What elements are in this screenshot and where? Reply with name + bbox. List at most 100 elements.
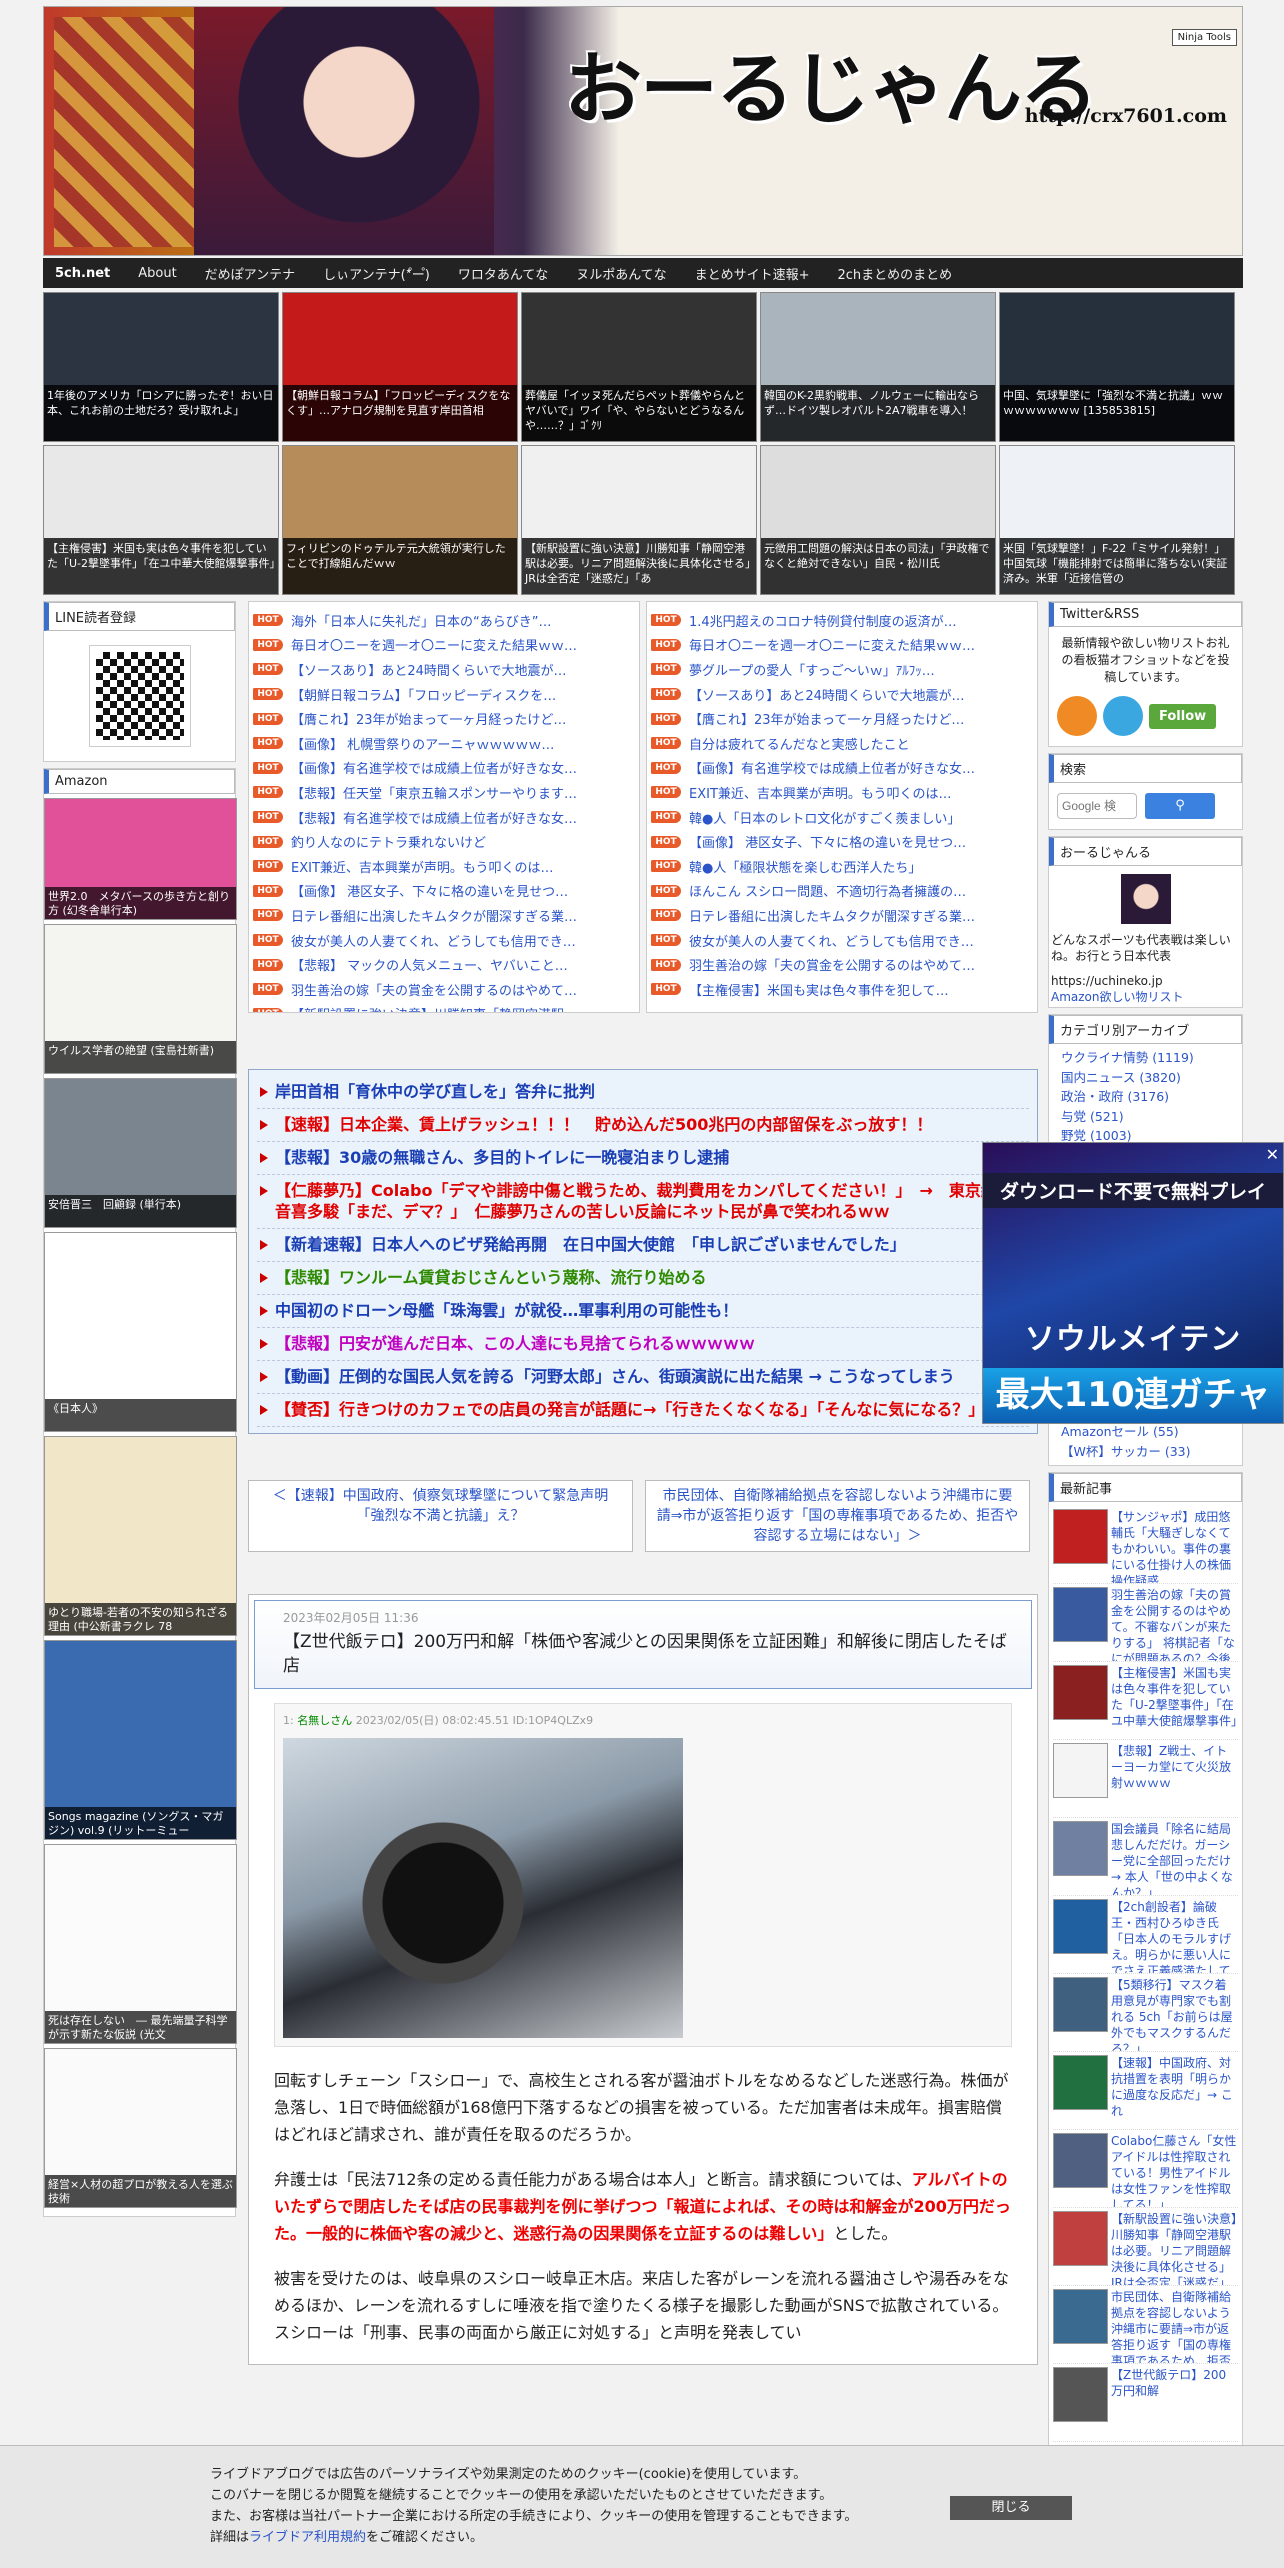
- ranking-item[interactable]: HOT 【画像】 札幌雪祭りのアーニャｗｗｗｗｗ…: [253, 731, 635, 756]
- amazon-item[interactable]: 《日本人》: [44, 1232, 237, 1432]
- category-link[interactable]: Amazonセール (55): [1061, 1422, 1230, 1442]
- recent-article[interactable]: 【主権侵害】米国も実は色々事件を犯していた「U-2撃墜事件」「在ユ中華大使館爆撃…: [1053, 1662, 1238, 1740]
- ranking-item[interactable]: HOT 羽生善治の嫁「夫の賞金を公開するのはやめて…: [651, 952, 1033, 977]
- ranking-item[interactable]: HOT 海外「日本人に失礼だ」日本の“あらびき”…: [253, 608, 635, 633]
- ranking-item[interactable]: HOT 彼女が美人の人妻てくれ、どうしても信用でき…: [253, 928, 635, 953]
- ranking-item[interactable]: HOT EXIT兼近、吉本興業が声明。もう叩くのは…: [651, 780, 1033, 805]
- ranking-item[interactable]: HOT 【画像】 港区女子、下々に格の違いを見せつ…: [253, 879, 635, 904]
- nav-link[interactable]: だめぽアンテナ: [205, 264, 295, 283]
- about-link-wishlist[interactable]: Amazon欲しい物リスト: [1049, 988, 1242, 1007]
- cookie-close-button[interactable]: 閉じる: [950, 2496, 1072, 2520]
- nav-link[interactable]: まとめサイト速報+: [695, 264, 810, 283]
- twitter-bird-icon[interactable]: [1103, 696, 1143, 736]
- recent-article[interactable]: 【悲報】Z戦士、イトーヨーカ堂にて火災放射ｗｗｗｗ: [1053, 1740, 1238, 1818]
- amazon-item[interactable]: 安倍晋三 回顧録 (単行本): [44, 1078, 237, 1228]
- pickup-tile[interactable]: 韓国のK-2黒豹戦車、ノルウェーに輸出ならず…ドイツ製レオパルト2A7戦車を導入…: [760, 292, 996, 442]
- site-title[interactable]: おーるじゃんる: [564, 27, 1098, 139]
- recent-article[interactable]: 国会議員「除名に結局悲しんだだけ。ガーシー党に全部回っただけ → 本人「世の中よ…: [1053, 1818, 1238, 1896]
- ranking-item[interactable]: HOT 【新駅設置に強い決意】川勝知事「静岡空港駅…: [253, 1002, 635, 1012]
- category-link[interactable]: 国内ニュース (3820): [1061, 1068, 1230, 1088]
- pickup-tile[interactable]: 1年後のアメリカ「ロシアに勝ったぞ！おい日本、これお前の土地だろ？受け取れよ」: [43, 292, 279, 442]
- headline-item[interactable]: 【悲報】円安が進んだ日本、この人達にも見捨てられるｗｗｗｗｗ: [257, 1328, 1029, 1361]
- next-article-link[interactable]: 市民団体、自衛隊補給拠点を容認しないよう沖縄市に要請⇒市が返答拒り返す「国の専権…: [645, 1480, 1030, 1552]
- ranking-item[interactable]: HOT 【画像】有名進学校では成績上位者が好きな女…: [253, 756, 635, 781]
- headline-item[interactable]: 【速報】日本企業、賃上げラッシュ！！！ 貯め込んだ500兆円の内部留保をぶっ放す…: [257, 1109, 1029, 1142]
- headline-item[interactable]: 【賛否】行きつけのカフェでの店員の発言が話題に→「行きたくなくなる」「そんなに気…: [257, 1394, 1029, 1427]
- category-link[interactable]: 【W杯】サッカー (33): [1061, 1442, 1230, 1462]
- ranking-item[interactable]: HOT 【悲報】任天堂「東京五輪スポンサーやります…: [253, 780, 635, 805]
- category-link[interactable]: ウクライナ情勢 (1119): [1061, 1048, 1230, 1068]
- amazon-item[interactable]: ウイルス学者の絶望 (宝島社新書): [44, 924, 237, 1074]
- prev-article-link[interactable]: ＜【速報】中国政府、偵察気球撃墜について緊急声明「強烈な不満と抗議」え？: [248, 1480, 633, 1552]
- ranking-item[interactable]: HOT 【朝鮮日報コラム】「フロッピーディスクを…: [253, 682, 635, 707]
- pickup-tile[interactable]: 米国「気球撃墜！」F-22「ミサイル発射！」中国気球「機能排射では簡単に落ちない…: [999, 445, 1235, 595]
- search-input[interactable]: [1057, 793, 1137, 819]
- close-icon[interactable]: ✕: [1266, 1145, 1279, 1164]
- ranking-item[interactable]: HOT 韓●人「極限状態を楽しむ西洋人たち」: [651, 854, 1033, 879]
- nav-link[interactable]: しぃアンテナ(*゚ー゚): [323, 264, 430, 283]
- ninja-tools-badge[interactable]: Ninja Tools: [1171, 29, 1237, 46]
- terms-link[interactable]: ライブドア利用規約: [249, 2530, 366, 2545]
- pickup-tile[interactable]: 元徴用工問題の解決は日本の司法」「尹政権でなくと絶対できない」自民・松川氏: [760, 445, 996, 595]
- pickup-tile[interactable]: 中国、気球撃墜に「強烈な不満と抗議」ｗｗｗｗｗｗｗｗｗ [135853815]: [999, 292, 1235, 442]
- recent-article[interactable]: 【5類移行】マスク着用意見が専門家でも割れる 5ch「お前らは屋外でもマスクする…: [1053, 1974, 1238, 2052]
- headline-item[interactable]: 中国初のドローン母艦「珠海雲」が就役…軍事利用の可能性も！: [257, 1295, 1029, 1328]
- article-title[interactable]: 【Z世代飯テロ】200万円和解「株価や客減少との因果関係を立証困難」和解後に閉店…: [283, 1630, 1017, 1678]
- recent-article[interactable]: 【Z世代飯テロ】200万円和解: [1053, 2364, 1238, 2442]
- headline-item[interactable]: 【仁藤夢乃】Colabo「デマや誹謗中傷と戦うため、裁判費用をカンパしてください…: [257, 1175, 1029, 1229]
- follow-button[interactable]: Follow: [1149, 703, 1217, 729]
- ranking-item[interactable]: HOT 夢グループの愛人「すっご～いｗ」ｱﾙﾌｯ…: [651, 657, 1033, 682]
- recent-article[interactable]: 市民団体、自衛隊補給拠点を容認しないよう沖縄市に要請⇒市が返答拒り返す「国の専権…: [1053, 2286, 1238, 2364]
- about-link-site[interactable]: https://uchineko.jp: [1049, 964, 1242, 988]
- ranking-item[interactable]: HOT 【悲報】 マックの人気メニュー、ヤバいこと…: [253, 952, 635, 977]
- nav-link[interactable]: ヌルポあんてな: [576, 264, 666, 283]
- article-photo-camera[interactable]: [283, 1738, 683, 2038]
- ranking-item[interactable]: HOT EXIT兼近、吉本興業が声明。もう叩くのは…: [253, 854, 635, 879]
- pickup-tile[interactable]: 葬儀屋「イッヌ死んだらペット葬儀やらんとヤバいで」ワイ「や、やらないとどうなるん…: [521, 292, 757, 442]
- ranking-item[interactable]: HOT 日テレ番組に出演したキムタクが闇深すぎる業…: [651, 903, 1033, 928]
- ranking-item[interactable]: HOT 羽生善治の嫁「夫の賞金を公開するのはやめて…: [253, 977, 635, 1002]
- headline-item[interactable]: 【悲報】ワンルーム賃貸おじさんという蔑称、流行り始める: [257, 1262, 1029, 1295]
- category-link[interactable]: 与党 (521): [1061, 1107, 1230, 1127]
- avatar[interactable]: [1120, 874, 1171, 924]
- ranking-item[interactable]: HOT 韓●人「日本のレトロ文化がすごく羨ましい」: [651, 805, 1033, 830]
- ranking-item[interactable]: HOT 彼女が美人の人妻てくれ、どうしても信用でき…: [651, 928, 1033, 953]
- headline-item[interactable]: 【動画】圧倒的な国民人気を誇る「河野太郎」さん、街頭演説に出た結果 → こうなっ…: [257, 1361, 1029, 1394]
- recent-article[interactable]: 【2ch創設者】論破王・西村ひろゆき氏「日本人のモラルすげえ。明らかに悪い人にで…: [1053, 1896, 1238, 1974]
- nav-link[interactable]: ワロタあんてな: [458, 264, 548, 283]
- pickup-tile[interactable]: フィリピンのドゥテルテ元大統領が実行したことで打線組んだｗｗ: [282, 445, 518, 595]
- ranking-item[interactable]: HOT 【ソースあり】あと24時間くらいで大地震が…: [253, 657, 635, 682]
- ranking-item[interactable]: HOT 【膺これ】23年が始まって一ヶ月経ったけど…: [253, 706, 635, 731]
- ranking-item[interactable]: HOT 【ソースあり】あと24時間くらいで大地震が…: [651, 682, 1033, 707]
- ranking-item[interactable]: HOT 【膺これ】23年が始まって一ヶ月経ったけど…: [651, 706, 1033, 731]
- search-button[interactable]: ⚲: [1145, 793, 1215, 819]
- recent-article[interactable]: 【新駅設置に強い決意】川勝知事「静岡空港駅は必要。リニア問題解決後に具体化させる…: [1053, 2208, 1238, 2286]
- site-banner[interactable]: おーるじゃんる http://crx7601.com Ninja Tools: [43, 6, 1243, 256]
- pickup-tile[interactable]: 【主権侵害】米国も実は色々事件を犯していた「U-2撃墜事件」「在ユ中華大使館爆撃…: [43, 445, 279, 595]
- pickup-tile[interactable]: 【新駅設置に強い決意】川勝知事「静岡空港駅は必要。リニア問題解決後に具体化させる…: [521, 445, 757, 595]
- headline-item[interactable]: 【新着速報】日本人へのビザ発給再開 在日中国大使館 「申し訳ございませんでした」: [257, 1229, 1029, 1262]
- recent-article[interactable]: Colabo仁藤さん「女性アイドルは性搾取されている！男性アイドルは女性ファンを…: [1053, 2130, 1238, 2208]
- recent-article[interactable]: 羽生善治の嫁「夫の賞金を公開するのはやめて。不審なバンが来たりする」 将棋記者「…: [1053, 1584, 1238, 1662]
- rss-icon[interactable]: [1057, 696, 1097, 736]
- category-link[interactable]: 政治・政府 (3176): [1061, 1087, 1230, 1107]
- ranking-item[interactable]: HOT 釣り人なのにテトラ乗れないけど: [253, 829, 635, 854]
- amazon-item[interactable]: ゆとり職場-若者の不安の知られざる理由 (中公新書ラクレ 78: [44, 1436, 237, 1636]
- recent-article[interactable]: 【サンジャポ】成田悠輔氏「大騒ぎしなくてもかわいい。事件の裏にいる仕掛け人の株価…: [1053, 1506, 1238, 1584]
- pickup-tile[interactable]: 【朝鮮日報コラム】「フロッピーディスクをなくす」…アナログ規制を見直す岸田首相: [282, 292, 518, 442]
- amazon-item[interactable]: 経営×人材の超プロが教える人を選ぶ技術: [44, 2048, 237, 2208]
- headline-item[interactable]: 岸田首相「育休中の学び直しを」答弁に批判: [257, 1076, 1029, 1109]
- ranking-item[interactable]: HOT 自分は疲れてるんだなと実感したこと: [651, 731, 1033, 756]
- recent-article[interactable]: 【速報】中国政府、対抗措置を表明「明らかに過度な反応だ」→ これ: [1053, 2052, 1238, 2130]
- ranking-item[interactable]: HOT 日テレ番組に出演したキムタクが闇深すぎる業…: [253, 903, 635, 928]
- ranking-item[interactable]: HOT 1.4兆円超えのコロナ特例貸付制度の返済が…: [651, 608, 1033, 633]
- ranking-item[interactable]: HOT 【主権侵害】米国も実は色々事件を犯して…: [651, 977, 1033, 1002]
- line-qr-code[interactable]: [88, 645, 191, 747]
- floating-ad[interactable]: ✕ ダウンロード不要で無料プレイ ソウルメイテン 最大110連ガチャ無料!: [982, 1142, 1284, 1424]
- headline-item[interactable]: 【悲報】30歳の無職さん、多目的トイレに一晩寝泊まりし逮捕: [257, 1142, 1029, 1175]
- ranking-item[interactable]: HOT 毎日オ〇ニーを週一オ〇ニーに変えた結果ｗｗ…: [651, 633, 1033, 658]
- amazon-item[interactable]: Songs magazine (ソングス・マガジン) vol.9 (リットーミュ…: [44, 1640, 237, 1840]
- ranking-item[interactable]: HOT 【画像】 港区女子、下々に格の違いを見せつ…: [651, 829, 1033, 854]
- ranking-item[interactable]: HOT 【画像】有名進学校では成績上位者が好きな女…: [651, 756, 1033, 781]
- amazon-item[interactable]: 死は存在しない ― 最先端量子科学が示す新たな仮説 (光文: [44, 1844, 237, 2044]
